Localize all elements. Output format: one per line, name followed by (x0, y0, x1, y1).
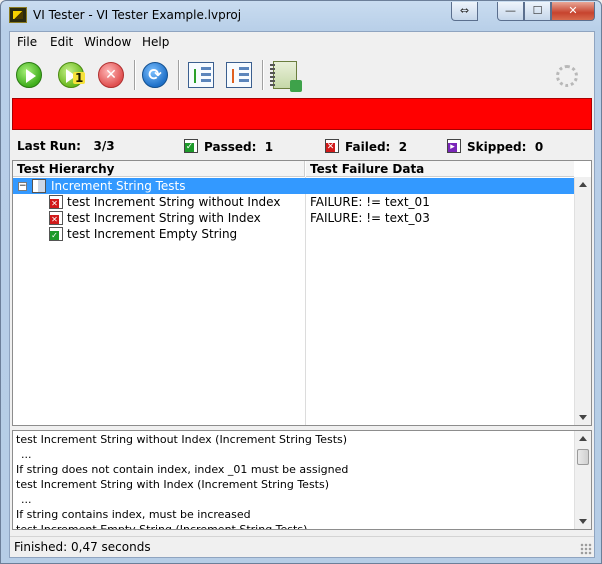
last-run-label: Last Run: (17, 139, 81, 153)
row-name: test Increment String with Index (67, 211, 261, 225)
minimize-button[interactable]: — (497, 2, 524, 21)
scroll-thumb[interactable] (577, 449, 589, 465)
row-name: test Increment Empty String (67, 227, 238, 241)
tree-row-test[interactable]: ✓ test Increment Empty String (13, 226, 575, 242)
passed-value: 1 (264, 140, 274, 154)
skipped-value: 0 (534, 140, 544, 154)
maximize-button[interactable]: ☐ (524, 2, 551, 21)
test-failed-icon: ✕ (49, 195, 63, 209)
toolbar-separator (134, 60, 136, 90)
menu-help[interactable]: Help (142, 35, 169, 49)
skipped-label: Skipped: (467, 140, 527, 154)
resize-grip-icon[interactable] (580, 543, 592, 555)
log-line: If string contains index, must be increa… (16, 508, 251, 521)
run-single-badge: 1 (73, 71, 86, 85)
close-button[interactable]: ✕ (551, 2, 595, 21)
scroll-down-icon[interactable] (579, 519, 587, 524)
row-failure: FAILURE: != text_01 (310, 195, 430, 209)
row-name: Increment String Tests (51, 179, 186, 193)
save-report-button[interactable] (270, 60, 302, 92)
app-window: VI Tester - VI Tester Example.lvproj ⇔ —… (0, 0, 602, 564)
run-all-icon (16, 62, 42, 88)
run-summary: Last Run: 3/3 ✓ Passed: 1 ✕ Failed: 2 ▸ Ski… (10, 136, 594, 156)
toolbar-separator (262, 60, 264, 90)
test-log[interactable]: test Increment String without Index (Inc… (12, 430, 592, 530)
menu-window[interactable]: Window (84, 35, 131, 49)
row-failure: FAILURE: != text_03 (310, 211, 430, 225)
busy-indicator-icon (556, 65, 578, 87)
test-failed-icon: ✕ (49, 211, 63, 225)
scroll-up-icon[interactable] (579, 436, 587, 441)
toolbar: 1 ✕ ⟳ (10, 54, 594, 96)
failed-value: 2 (398, 140, 408, 154)
abort-icon: ✕ (98, 62, 124, 88)
menu-file[interactable]: File (17, 35, 37, 49)
menu-edit[interactable]: Edit (50, 35, 73, 49)
column-header-failure-data[interactable]: Test Failure Data (306, 161, 574, 177)
save-report-icon (270, 61, 302, 92)
last-run: Last Run: 3/3 (17, 139, 115, 153)
skipped-count: ▸ Skipped: 0 (447, 139, 543, 154)
log-line: test Increment String without Index (Inc… (16, 433, 348, 446)
tree-row-test[interactable]: ✕ test Increment String without Index FA… (13, 194, 575, 210)
result-status-bar (12, 98, 592, 130)
log-line: test Increment Empty String (Increment S… (16, 523, 308, 530)
menu-bar: File Edit Window Help (10, 32, 594, 52)
failed-label: Failed: (345, 140, 391, 154)
expand-tree-button[interactable] (186, 60, 216, 90)
window-title: VI Tester - VI Tester Example.lvproj (33, 8, 242, 22)
tree-row-suite[interactable]: − Increment String Tests (13, 178, 575, 194)
collapse-tree-icon (226, 62, 252, 88)
log-line: ... (21, 448, 32, 461)
column-header-hierarchy[interactable]: Test Hierarchy (13, 161, 305, 177)
last-run-value: 3/3 (93, 139, 115, 153)
toolbar-separator (178, 60, 180, 90)
failed-count: ✕ Failed: 2 (325, 139, 407, 154)
passed-label: Passed: (204, 140, 257, 154)
test-tree: Test Hierarchy Test Failure Data − Incre… (12, 160, 592, 426)
passed-count: ✓ Passed: 1 (184, 139, 273, 154)
scroll-down-icon[interactable] (579, 415, 587, 420)
tree-row-test[interactable]: ✕ test Increment String with Index FAILU… (13, 210, 575, 226)
run-single-button[interactable]: 1 (56, 60, 86, 90)
client-area: File Edit Window Help 1 ✕ ⟳ Last Run: 3/… (9, 31, 595, 558)
log-line: test Increment String with Index (Increm… (16, 478, 330, 491)
refresh-button[interactable]: ⟳ (140, 60, 170, 90)
abort-button[interactable]: ✕ (96, 60, 126, 90)
log-line: If string does not contain index, index … (16, 463, 349, 476)
scroll-up-icon[interactable] (579, 182, 587, 187)
swap-arrows-icon[interactable]: ⇔ (451, 2, 478, 21)
log-scrollbar[interactable] (574, 431, 591, 529)
refresh-icon: ⟳ (142, 62, 168, 88)
title-bar[interactable]: VI Tester - VI Tester Example.lvproj ⇔ —… (1, 1, 601, 31)
test-suite-icon (32, 179, 46, 193)
failed-icon: ✕ (325, 139, 339, 153)
row-name: test Increment String without Index (67, 195, 281, 209)
expand-tree-icon (188, 62, 214, 88)
status-footer: Finished: 0,47 seconds (10, 536, 594, 557)
log-line: ... (21, 493, 32, 506)
skipped-icon: ▸ (447, 139, 461, 153)
labview-app-icon (9, 7, 27, 23)
collapse-toggle-icon[interactable]: − (18, 182, 27, 191)
finished-time: Finished: 0,47 seconds (14, 540, 151, 554)
passed-icon: ✓ (184, 139, 198, 153)
test-passed-icon: ✓ (49, 227, 63, 241)
collapse-tree-button[interactable] (224, 60, 254, 90)
tree-scrollbar[interactable] (574, 177, 591, 425)
run-all-button[interactable] (14, 60, 44, 90)
